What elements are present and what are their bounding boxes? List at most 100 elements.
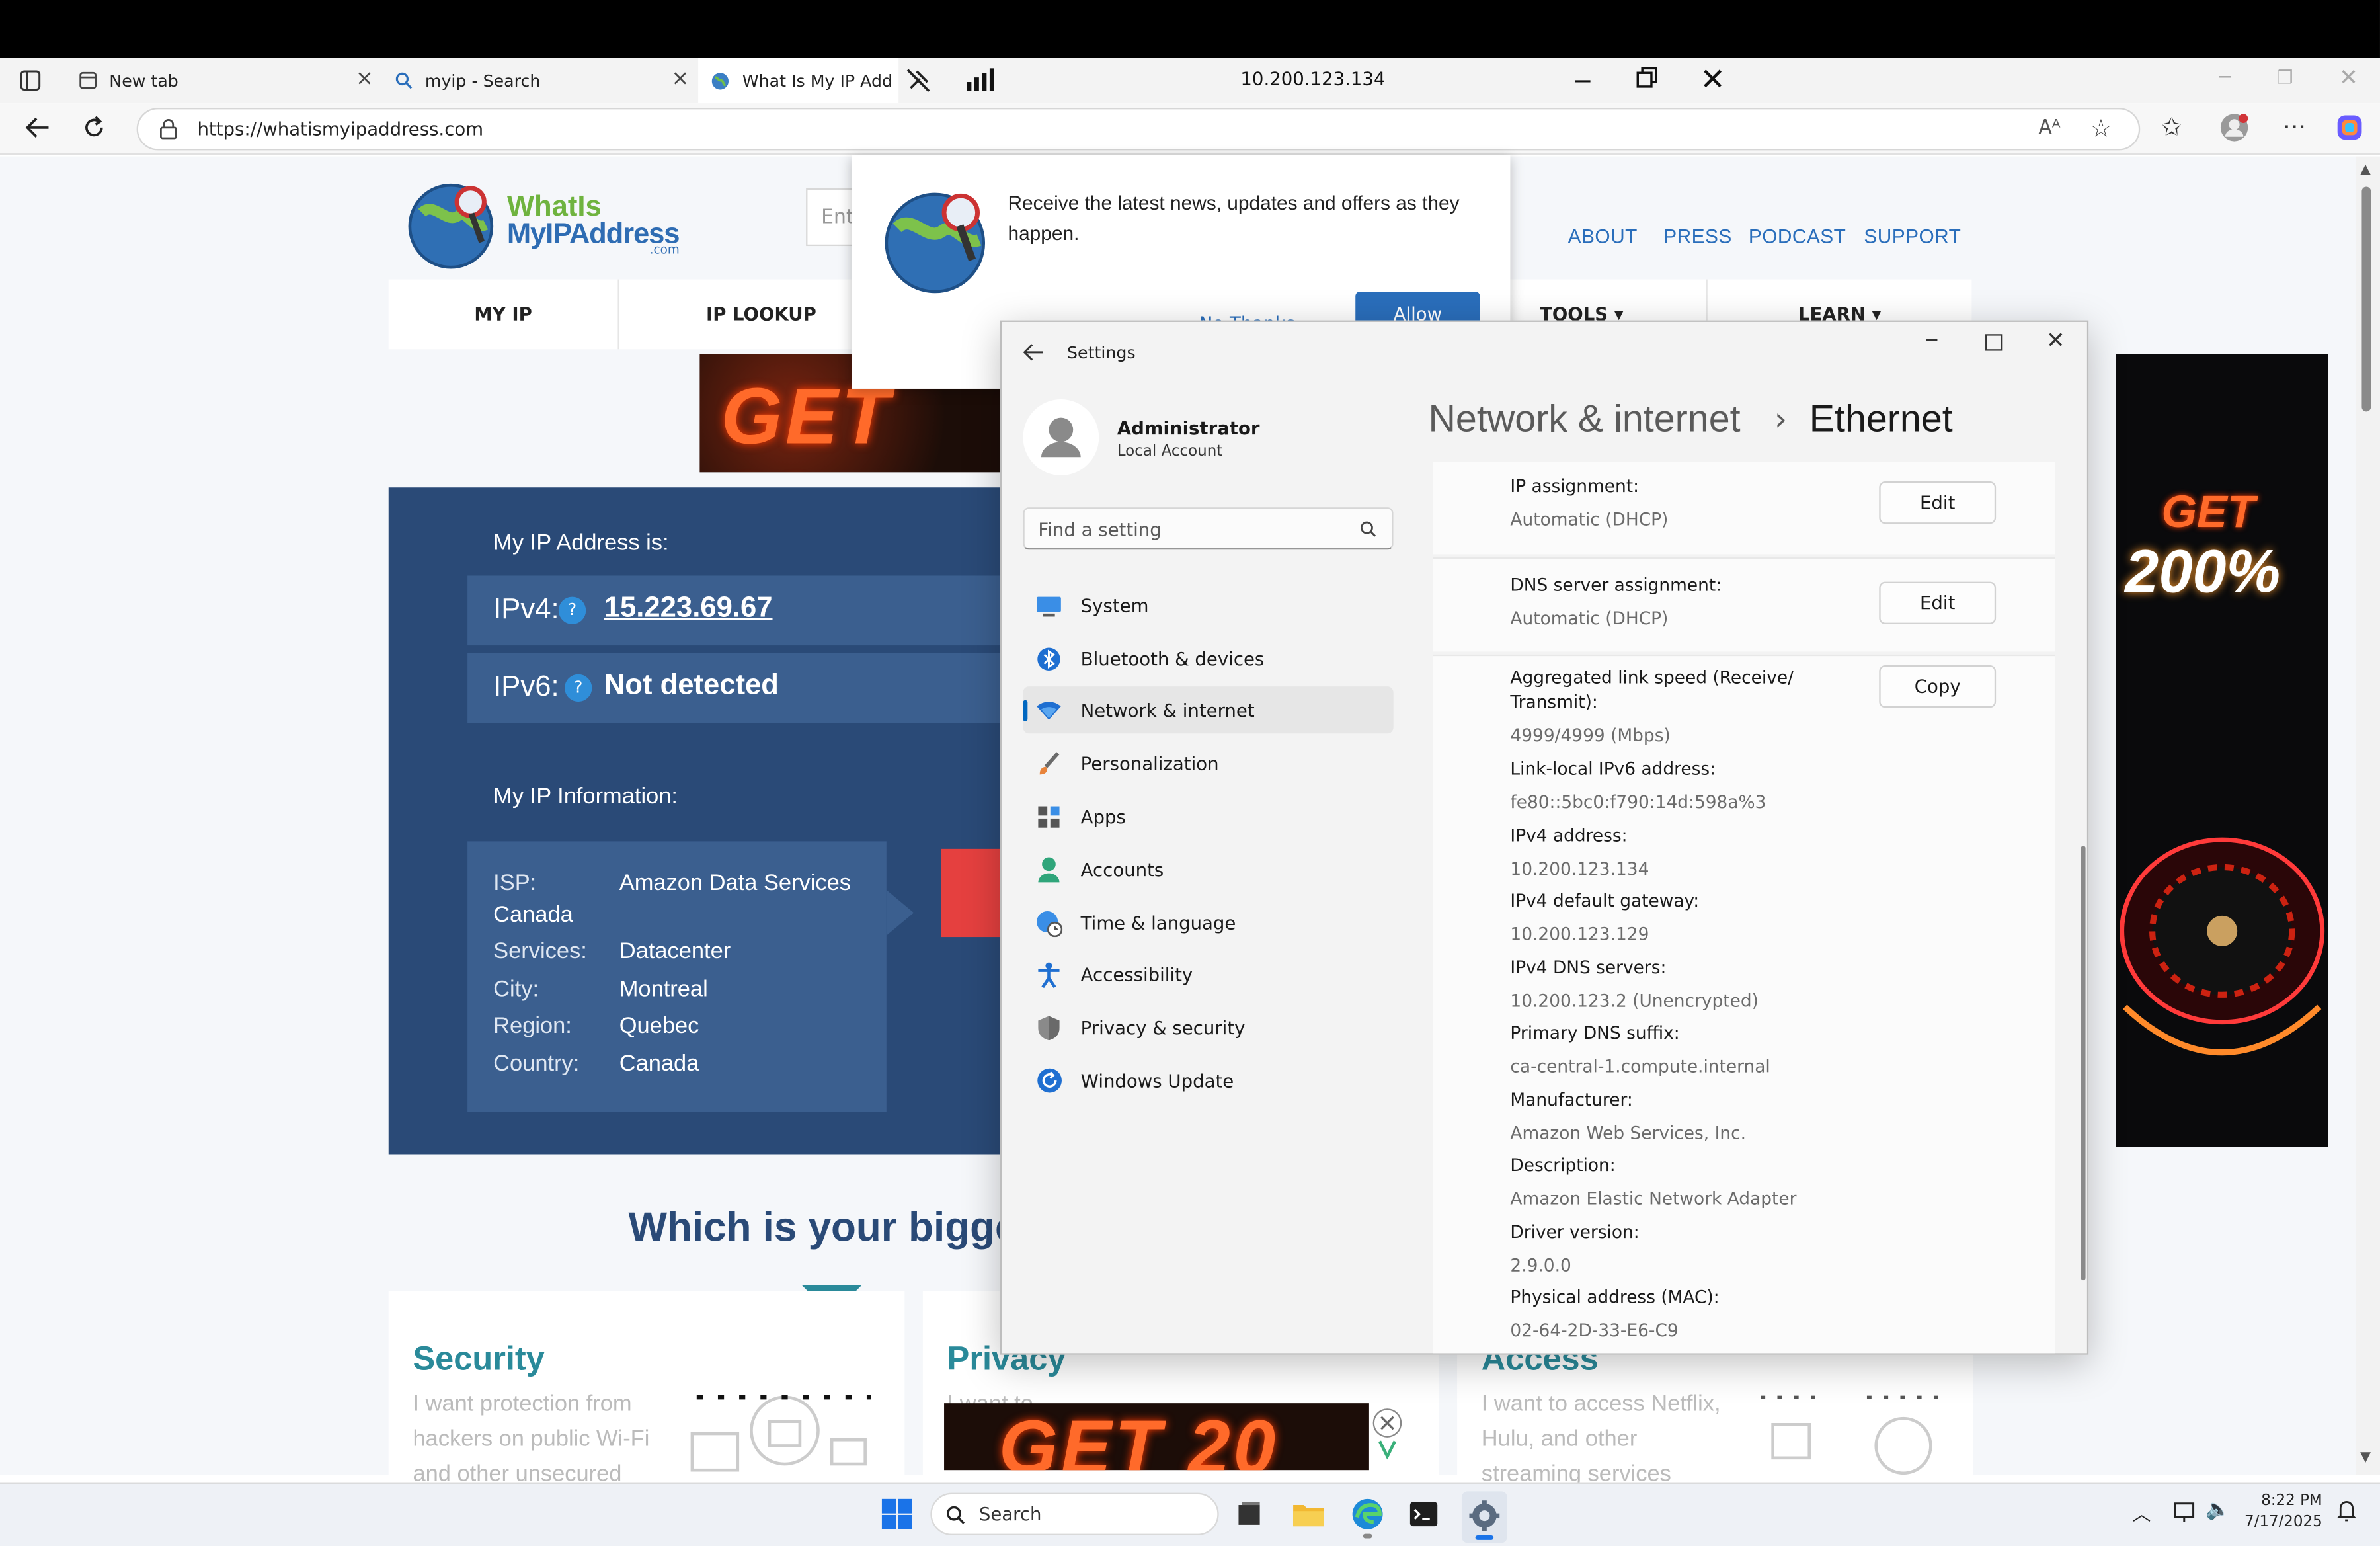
back-icon[interactable] <box>24 116 52 140</box>
region-value: Quebec <box>619 1012 699 1039</box>
nav-podcast-link[interactable]: PODCAST <box>1749 225 1846 247</box>
tab-whatismyip[interactable]: What Is My IP Add <box>698 58 904 104</box>
update-icon <box>1035 1067 1062 1094</box>
close-tab-icon[interactable]: × <box>356 68 374 89</box>
settings-gear-icon[interactable] <box>1461 1491 1507 1543</box>
side-ad[interactable]: GET 200% <box>2116 354 2328 1147</box>
nav-accounts[interactable]: Accounts <box>1023 846 1393 893</box>
prop-label: Driver version: <box>1510 1221 1640 1242</box>
nav-system[interactable]: System <box>1023 582 1393 629</box>
bluetooth-icon <box>1035 645 1062 672</box>
side-ad-line2: 200% <box>2125 539 2281 606</box>
nav-apps[interactable]: Apps <box>1023 793 1393 840</box>
nav-time-language[interactable]: Time & language <box>1023 899 1393 946</box>
nav-press-link[interactable]: PRESS <box>1663 225 1731 247</box>
prop-value: 4999/4999 (Mbps) <box>1510 724 1671 746</box>
clock-date[interactable]: 7/17/2025 <box>2243 1514 2322 1531</box>
ipv4-value[interactable]: 15.223.69.67 <box>604 592 773 626</box>
task-view-icon[interactable] <box>1236 1500 1263 1527</box>
read-aloud-icon[interactable]: Aᴬ <box>2038 117 2060 140</box>
prop-value: ca-central-1.compute.internal <box>1510 1055 1770 1077</box>
nav-personalization[interactable]: Personalization <box>1023 739 1393 786</box>
globe-logo-icon <box>408 183 494 269</box>
site-search-placeholder: Ent <box>821 206 854 229</box>
nav-accessibility[interactable]: Accessibility <box>1023 951 1393 998</box>
restore-icon[interactable] <box>1636 67 1657 88</box>
bottom-ad[interactable]: GET 20 <box>944 1403 1369 1471</box>
feature-card-security[interactable]: Security I want protection from hackers … <box>388 1291 905 1486</box>
country-key: Country: <box>493 1051 580 1077</box>
dns-assignment-card: DNS server assignment: Automatic (DHCP) … <box>1433 557 2055 652</box>
minimize-icon[interactable]: ─ <box>1575 67 1590 96</box>
copilot-icon[interactable] <box>2336 114 2363 141</box>
lock-icon[interactable] <box>159 118 178 140</box>
nav-privacy-security[interactable]: Privacy & security <box>1023 1004 1393 1051</box>
remote-host-address: 10.200.123.134 <box>1240 68 1386 90</box>
scroll-up-icon[interactable]: ▲ <box>2360 163 2371 178</box>
prop-label: Link-local IPv6 address: <box>1510 758 1716 780</box>
copy-button[interactable]: Copy <box>1879 665 1997 708</box>
nav-about-link[interactable]: ABOUT <box>1568 225 1638 247</box>
start-icon[interactable] <box>881 1498 914 1531</box>
find-setting-input[interactable]: Find a setting <box>1023 507 1394 550</box>
feature-title: Security <box>413 1339 545 1378</box>
browser-restore-icon[interactable]: ❐ <box>2277 67 2293 88</box>
show-hidden-icons-icon[interactable]: ︿ <box>2133 1500 2151 1526</box>
unpin-icon[interactable] <box>904 67 932 94</box>
user-account-type: Local Account <box>1117 443 1223 460</box>
prop-label: Primary DNS suffix: <box>1510 1022 1680 1043</box>
scroll-thumb[interactable] <box>2361 186 2371 412</box>
tab-search[interactable]: myip - Search × <box>383 58 699 103</box>
terminal-icon[interactable] <box>1409 1499 1439 1529</box>
taskbar-search-placeholder: Search <box>978 1503 1042 1525</box>
close-tab-icon[interactable]: × <box>671 68 689 89</box>
address-bar[interactable]: https://whatismyipaddress.com Aᴬ ☆ <box>136 108 2141 151</box>
nav-support-link[interactable]: SUPPORT <box>1864 225 1961 247</box>
feature-text: hackers on public Wi-Fi <box>413 1426 650 1452</box>
button-label: Edit <box>1920 492 1956 514</box>
browser-close-icon[interactable]: ✕ <box>2339 63 2358 91</box>
page-scrollbar[interactable]: ▲ ▼ <box>2356 156 2380 1475</box>
help-icon[interactable]: ? <box>565 674 592 702</box>
help-icon[interactable]: ? <box>558 596 586 624</box>
feature-text: I want protection from <box>413 1391 632 1417</box>
refresh-icon[interactable] <box>82 116 106 140</box>
edit-ip-button[interactable]: Edit <box>1879 481 1997 524</box>
show-location-button[interactable] <box>941 848 1002 938</box>
scroll-down-icon[interactable]: ▼ <box>2360 1450 2371 1465</box>
settings-minimize-icon[interactable]: ─ <box>1926 329 1937 350</box>
close-ad-icon[interactable] <box>1370 1408 1404 1460</box>
close-icon[interactable]: ✕ <box>1700 61 1725 97</box>
nav-windows-update[interactable]: Windows Update <box>1023 1057 1393 1104</box>
tab-actions-icon[interactable] <box>19 68 43 93</box>
breadcrumb-parent[interactable]: Network & internet <box>1428 398 1740 442</box>
site-logo[interactable]: WhatIs MyIPAddress .com <box>407 176 695 273</box>
settings-scrollbar[interactable] <box>2081 846 2086 1281</box>
services-value: Datacenter <box>619 938 731 965</box>
settings-back-icon[interactable] <box>1023 343 1044 362</box>
nav-bluetooth[interactable]: Bluetooth & devices <box>1023 635 1393 682</box>
bottom-ad-text: GET 20 <box>998 1404 1279 1471</box>
favorite-star-icon[interactable]: ☆ <box>2090 114 2112 143</box>
browser-minimize-icon[interactable]: ─ <box>2219 67 2231 89</box>
edge-icon[interactable] <box>1351 1498 1384 1539</box>
volume-icon[interactable]: 🔈 <box>2205 1499 2230 1522</box>
user-avatar <box>1023 399 1099 475</box>
clock-time[interactable]: 8:22 PM <box>2258 1493 2322 1510</box>
network-tray-icon[interactable] <box>2174 1502 2198 1523</box>
more-options-icon[interactable]: ··· <box>2283 112 2306 142</box>
taskbar-search[interactable]: Search <box>930 1492 1219 1535</box>
system-icon <box>1035 592 1062 619</box>
tab-new-tab[interactable]: New tab × <box>67 58 383 103</box>
file-explorer-icon[interactable] <box>1292 1499 1326 1529</box>
profile-avatar[interactable] <box>2219 112 2250 143</box>
settings-close-icon[interactable]: ✕ <box>2046 327 2065 354</box>
menu-my-ip[interactable]: MY IP <box>388 279 619 350</box>
favorites-icon[interactable]: ✩ <box>2161 112 2182 142</box>
page-icon <box>79 71 97 90</box>
nav-network[interactable]: Network & internet <box>1023 686 1394 734</box>
notifications-icon[interactable] <box>2336 1499 2357 1524</box>
edit-dns-button[interactable]: Edit <box>1879 581 1997 624</box>
prop-value: 10.200.123.134 <box>1510 858 1649 879</box>
settings-maximize-icon[interactable] <box>1985 334 2003 351</box>
